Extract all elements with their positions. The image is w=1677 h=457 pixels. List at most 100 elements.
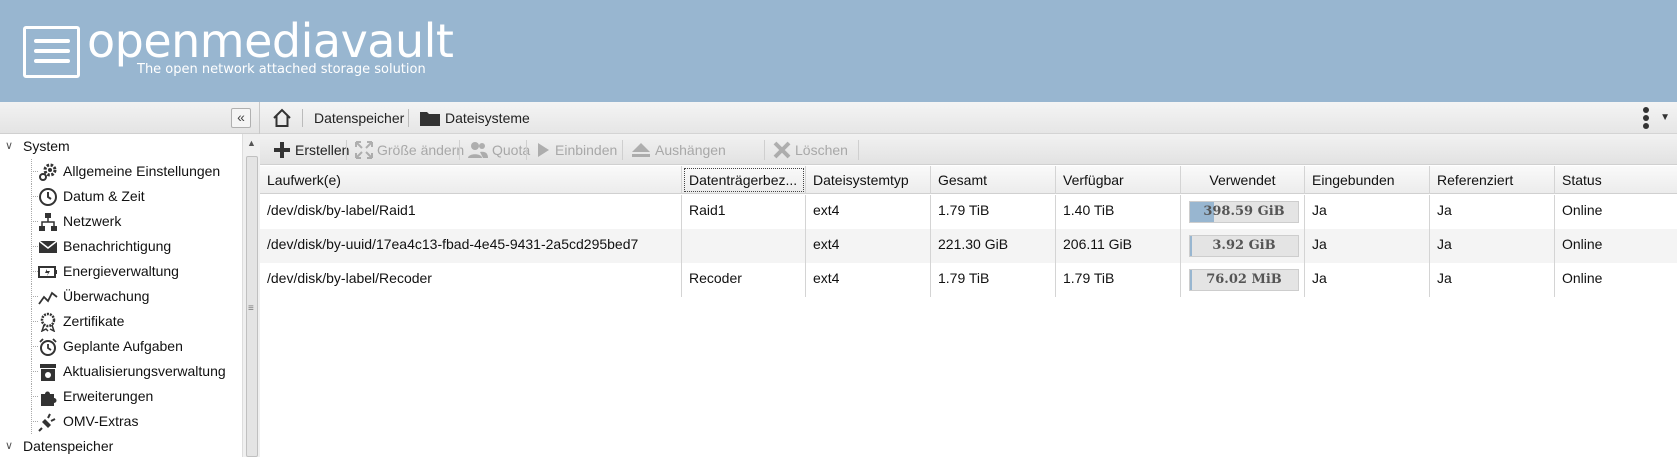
cell-label bbox=[682, 229, 806, 263]
chart-line-icon bbox=[38, 287, 58, 307]
cell-type: ext4 bbox=[806, 229, 931, 263]
app-header: openmediavault The open network attached… bbox=[0, 0, 1677, 102]
users-icon bbox=[468, 141, 488, 158]
envelope-icon bbox=[38, 237, 58, 257]
plus-icon bbox=[274, 141, 290, 158]
column-header-status[interactable]: Status bbox=[1555, 166, 1677, 194]
clock-icon bbox=[38, 187, 58, 207]
cell-used: 398.59 GiB bbox=[1181, 195, 1305, 229]
cell-device: /dev/disk/by-label/Recoder bbox=[260, 263, 682, 297]
sidebar-item-energieverwaltung[interactable]: Energieverwaltung bbox=[0, 259, 242, 284]
certificate-icon bbox=[38, 312, 58, 332]
sidebar-item-benachrichtigung[interactable]: Benachrichtigung bbox=[0, 234, 242, 259]
play-icon bbox=[538, 142, 549, 157]
usage-progress-label: 76.02 MiB bbox=[1206, 272, 1282, 287]
cell-type: ext4 bbox=[806, 263, 931, 297]
sidebar-scrollbar[interactable]: ▲ ≡ bbox=[242, 134, 260, 457]
logo-tagline: The open network attached storage soluti… bbox=[137, 62, 426, 77]
cell-referenced: Ja bbox=[1430, 263, 1555, 297]
column-header-verfuegbar[interactable]: Verfügbar bbox=[1056, 166, 1181, 194]
navigation-sidebar: « ∨ System Allgemeine Einstellungen Datu… bbox=[0, 102, 260, 457]
usage-progress-label: 3.92 GiB bbox=[1212, 238, 1276, 253]
quota-button[interactable]: Quota bbox=[463, 136, 535, 163]
more-menu-icon[interactable] bbox=[1643, 107, 1649, 129]
cell-referenced: Ja bbox=[1430, 195, 1555, 229]
breadcrumb-divider bbox=[408, 109, 409, 127]
cell-device: /dev/disk/by-label/Raid1 bbox=[260, 195, 682, 229]
usage-progress-label: 398.59 GiB bbox=[1203, 204, 1285, 219]
sidebar-item-allgemeine-einstellungen[interactable]: Allgemeine Einstellungen bbox=[0, 159, 242, 184]
tree-group-datenspeicher[interactable]: ∨ Datenspeicher bbox=[0, 434, 242, 457]
navigation-tree: ∨ System Allgemeine Einstellungen Datum … bbox=[0, 134, 242, 457]
table-row[interactable]: /dev/disk/by-label/Raid1 Raid1 ext4 1.79 Ti… bbox=[260, 195, 1677, 229]
delete-button[interactable]: Löschen bbox=[768, 136, 853, 163]
cell-status: Online bbox=[1562, 270, 1603, 286]
cell-used: 3.92 GiB bbox=[1181, 229, 1305, 263]
cell-status: Online bbox=[1562, 202, 1603, 218]
menu-logo-icon bbox=[23, 26, 80, 78]
table-row[interactable]: /dev/disk/by-uuid/17ea4c13-fbad-4e45-943… bbox=[260, 229, 1677, 263]
sidebar-item-ueberwachung[interactable]: Überwachung bbox=[0, 284, 242, 309]
cell-label: Raid1 bbox=[682, 195, 806, 229]
breadcrumb-divider bbox=[302, 109, 303, 127]
breadcrumb-dateisysteme[interactable]: Dateisysteme bbox=[445, 110, 530, 126]
cell-used: 76.02 MiB bbox=[1181, 263, 1305, 297]
scrollbar-thumb[interactable]: ≡ bbox=[246, 156, 258, 457]
gears-icon bbox=[38, 162, 58, 182]
sidebar-item-zertifikate[interactable]: Zertifikate bbox=[0, 309, 242, 334]
usage-progress-bar: 76.02 MiB bbox=[1189, 269, 1299, 291]
main-panel: Datenspeicher Dateisysteme ▼ Erstellen G… bbox=[260, 102, 1677, 457]
resize-button[interactable]: Größe ändern bbox=[350, 136, 469, 163]
collapse-sidebar-button[interactable]: « bbox=[231, 108, 251, 128]
column-header-dateisystemtyp[interactable]: Dateisystemtyp bbox=[806, 166, 931, 194]
cell-total: 1.79 TiB bbox=[931, 195, 1056, 229]
table-row[interactable]: /dev/disk/by-label/Recoder Recoder ext4 1.7… bbox=[260, 263, 1677, 297]
package-icon bbox=[38, 362, 58, 382]
unmount-button[interactable]: Aushängen bbox=[626, 136, 731, 163]
chevron-down-icon[interactable]: ∨ bbox=[5, 434, 13, 457]
column-header-datentraegerbezeichnung[interactable]: Datenträgerbez... bbox=[682, 166, 806, 194]
eject-icon bbox=[632, 142, 650, 157]
cell-available: 206.11 GiB bbox=[1056, 229, 1181, 263]
sidebar-item-omv-extras[interactable]: OMV-Extras bbox=[0, 409, 242, 434]
column-header-referenziert[interactable]: Referenziert bbox=[1430, 166, 1555, 194]
sidebar-item-netzwerk[interactable]: Netzwerk bbox=[0, 209, 242, 234]
cell-device: /dev/disk/by-uuid/17ea4c13-fbad-4e45-943… bbox=[260, 229, 682, 263]
sidebar-item-datum-zeit[interactable]: Datum & Zeit bbox=[0, 184, 242, 209]
alarm-clock-icon bbox=[38, 337, 58, 357]
column-header-verwendet[interactable]: Verwendet bbox=[1181, 166, 1305, 194]
usage-progress-bar: 398.59 GiB bbox=[1189, 201, 1299, 223]
sidebar-item-geplante-aufgaben[interactable]: Geplante Aufgaben bbox=[0, 334, 242, 359]
column-header-gesamt[interactable]: Gesamt bbox=[931, 166, 1056, 194]
cell-total: 1.79 TiB bbox=[931, 263, 1056, 297]
tree-group-system[interactable]: ∨ System bbox=[0, 134, 242, 159]
toolbar: Erstellen Größe ändern Quota Einbinden A… bbox=[260, 134, 1677, 165]
cell-referenced: Ja bbox=[1430, 229, 1555, 263]
cell-status: Online bbox=[1562, 236, 1603, 252]
cell-mounted: Ja bbox=[1305, 263, 1430, 297]
sidebar-toolbar: « bbox=[0, 102, 259, 134]
create-button[interactable]: Erstellen bbox=[268, 136, 354, 163]
scroll-up-icon[interactable]: ▲ bbox=[247, 138, 256, 148]
mount-button[interactable]: Einbinden bbox=[530, 136, 622, 163]
battery-icon bbox=[38, 262, 58, 282]
sidebar-item-aktualisierungsverwaltung[interactable]: Aktualisierungsverwaltung bbox=[0, 359, 242, 384]
cell-label: Recoder bbox=[682, 263, 806, 297]
table-header: Laufwerk(e) Datenträgerbez... Dateisyste… bbox=[260, 166, 1677, 194]
cell-available: 1.40 TiB bbox=[1056, 195, 1181, 229]
column-header-laufwerk[interactable]: Laufwerk(e) bbox=[260, 166, 682, 194]
breadcrumb-datenspeicher[interactable]: Datenspeicher bbox=[314, 110, 404, 126]
cell-available: 1.79 TiB bbox=[1056, 263, 1181, 297]
cell-type: ext4 bbox=[806, 195, 931, 229]
breadcrumb: Datenspeicher Dateisysteme ▼ bbox=[260, 102, 1677, 134]
puzzle-icon bbox=[38, 387, 58, 407]
network-icon bbox=[38, 212, 58, 232]
logo-text: openmediavault bbox=[87, 14, 454, 68]
chevron-down-icon[interactable]: ∨ bbox=[5, 134, 13, 159]
column-header-eingebunden[interactable]: Eingebunden bbox=[1305, 166, 1430, 194]
x-icon bbox=[773, 141, 791, 158]
caret-down-icon[interactable]: ▼ bbox=[1660, 112, 1670, 123]
plug-icon bbox=[38, 412, 58, 432]
sidebar-item-erweiterungen[interactable]: Erweiterungen bbox=[0, 384, 242, 409]
home-icon[interactable] bbox=[272, 108, 292, 128]
